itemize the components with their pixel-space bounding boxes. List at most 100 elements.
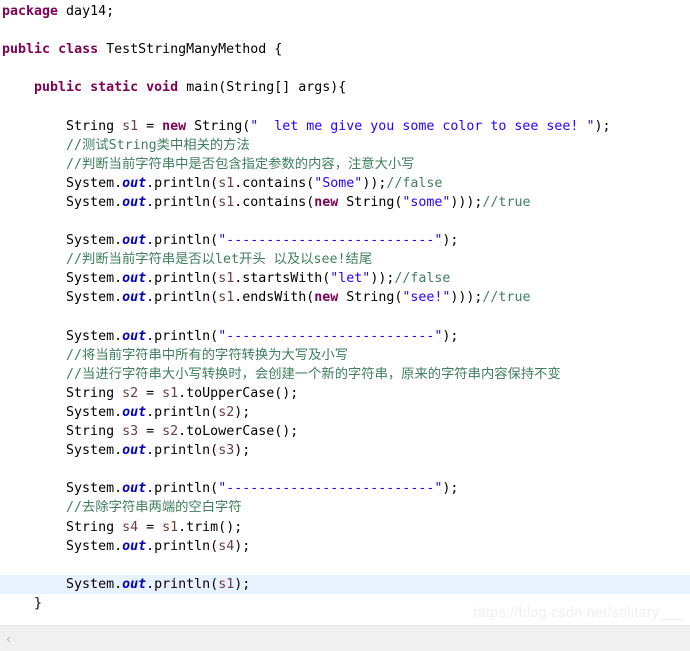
code-token-comment: //当进行字符串大小写转换时，会创建一个新的字符串，原来的字符串内容保持不变 bbox=[2, 366, 561, 382]
code-token-plain: System. bbox=[2, 404, 123, 420]
code-token-comment: //false bbox=[394, 271, 451, 287]
code-editor-surface[interactable]: package day14; public class TestStringMan… bbox=[0, 0, 690, 625]
code-token-plain: = bbox=[138, 118, 163, 134]
code-token-plain: ); bbox=[442, 481, 459, 497]
code-token-plain: String bbox=[2, 519, 123, 535]
code-line[interactable]: System.out.println("--------------------… bbox=[0, 479, 690, 498]
code-token-plain: ); bbox=[594, 118, 611, 134]
code-token-field: out bbox=[122, 443, 147, 459]
code-token-plain: ))); bbox=[450, 194, 483, 210]
code-token-plain: .println( bbox=[146, 443, 219, 459]
code-token-field: out bbox=[122, 233, 147, 249]
code-token-plain: String( bbox=[338, 290, 403, 306]
horizontal-scrollbar[interactable]: ‹ bbox=[0, 625, 690, 651]
code-line[interactable]: public class TestStringManyMethod { bbox=[0, 40, 690, 59]
code-line[interactable] bbox=[0, 97, 690, 116]
code-token-plain: .toLowerCase(); bbox=[178, 424, 299, 440]
code-token-var: s4 bbox=[122, 519, 139, 535]
code-token-plain: .contains( bbox=[234, 175, 315, 191]
code-token-plain: .println( bbox=[146, 538, 219, 554]
code-token-keyword: void bbox=[146, 80, 179, 96]
code-token-comment: //测试String类中相关的方法 bbox=[2, 137, 250, 153]
watermark-url: https://blog.csdn.net/solitary___ bbox=[473, 605, 684, 621]
code-line[interactable]: System.out.println("--------------------… bbox=[0, 231, 690, 250]
code-line[interactable]: //当进行字符串大小写转换时，会创建一个新的字符串，原来的字符串内容保持不变 bbox=[0, 365, 690, 384]
code-token-keyword: new bbox=[314, 194, 339, 210]
code-line[interactable]: String s3 = s2.toLowerCase(); bbox=[0, 422, 690, 441]
code-line[interactable]: String s4 = s1.trim(); bbox=[0, 518, 690, 537]
code-token-plain: ); bbox=[234, 576, 251, 592]
code-token-plain: .println( bbox=[146, 328, 219, 344]
code-line[interactable]: System.out.println(s4); bbox=[0, 537, 690, 556]
code-token-comment: //判断当前字符串是否以let开头 以及以see!结尾 bbox=[2, 252, 373, 268]
code-line[interactable]: //去除字符串两端的空白字符 bbox=[0, 498, 690, 517]
code-token-var: s1 bbox=[218, 175, 235, 191]
code-token-comment: //将当前字符串中所有的字符转换为大写及小写 bbox=[2, 347, 348, 363]
code-line[interactable]: package day14; bbox=[0, 2, 690, 21]
code-line[interactable]: System.out.println(s3); bbox=[0, 441, 690, 460]
code-token-var: s1 bbox=[218, 194, 235, 210]
code-token-var: s2 bbox=[162, 424, 179, 440]
code-line[interactable]: System.out.println(s1.startsWith("let"))… bbox=[0, 269, 690, 288]
code-line[interactable] bbox=[0, 556, 690, 575]
code-line[interactable] bbox=[0, 308, 690, 327]
scrollbar-track[interactable] bbox=[17, 626, 690, 651]
code-token-field: out bbox=[122, 404, 147, 420]
code-line[interactable] bbox=[0, 21, 690, 40]
code-line[interactable]: System.out.println(s2); bbox=[0, 403, 690, 422]
code-token-string: "--------------------------" bbox=[218, 481, 443, 497]
code-token-field: out bbox=[122, 194, 147, 210]
code-token-field: out bbox=[122, 271, 147, 287]
code-token-plain: System. bbox=[2, 233, 123, 249]
code-line[interactable]: System.out.println("--------------------… bbox=[0, 327, 690, 346]
code-token-plain: System. bbox=[2, 175, 123, 191]
code-token-field: out bbox=[122, 576, 147, 592]
code-token-field: out bbox=[122, 328, 147, 344]
code-token-var: s1 bbox=[218, 290, 235, 306]
code-token-plain: } bbox=[2, 595, 43, 611]
code-token-plain: ); bbox=[442, 233, 459, 249]
code-line[interactable]: //测试String类中相关的方法 bbox=[0, 136, 690, 155]
code-token-comment: //false bbox=[386, 175, 443, 191]
chevron-left-icon[interactable]: ‹ bbox=[0, 626, 17, 651]
code-token-plain: .println( bbox=[146, 576, 219, 592]
code-token-plain: String bbox=[2, 118, 123, 134]
code-token-var: s3 bbox=[122, 424, 139, 440]
code-token-comment: //true bbox=[482, 194, 531, 210]
code-token-plain: .println( bbox=[146, 175, 219, 191]
code-token-string: "--------------------------" bbox=[218, 233, 443, 249]
code-token-plain: .trim(); bbox=[178, 519, 243, 535]
code-token-plain: System. bbox=[2, 194, 123, 210]
code-token-plain: main(String[] args){ bbox=[178, 80, 347, 96]
code-line[interactable]: //将当前字符串中所有的字符转换为大写及小写 bbox=[0, 346, 690, 365]
code-token-plain: .println( bbox=[146, 233, 219, 249]
code-token-plain: System. bbox=[2, 271, 123, 287]
code-token-keyword: package bbox=[2, 4, 59, 19]
code-line[interactable]: String s2 = s1.toUpperCase(); bbox=[0, 384, 690, 403]
code-line[interactable]: public static void main(String[] args){ bbox=[0, 78, 690, 97]
code-token-comment: //true bbox=[482, 290, 531, 306]
code-line[interactable]: System.out.println(s1); bbox=[0, 574, 690, 594]
code-line[interactable]: //判断当前字符串是否以let开头 以及以see!结尾 bbox=[0, 250, 690, 269]
code-token-plain: System. bbox=[2, 443, 123, 459]
code-line[interactable] bbox=[0, 212, 690, 231]
code-token-plain: System. bbox=[2, 481, 123, 497]
code-line[interactable] bbox=[0, 460, 690, 479]
code-token-plain: ); bbox=[442, 328, 459, 344]
code-token-plain: .startsWith( bbox=[234, 271, 331, 287]
code-token-keyword: public bbox=[34, 80, 83, 96]
code-viewer: package day14; public class TestStringMan… bbox=[0, 0, 690, 651]
code-line[interactable]: String s1 = new String(" let me give you… bbox=[0, 117, 690, 136]
code-line[interactable]: System.out.println(s1.contains(new Strin… bbox=[0, 193, 690, 212]
code-token-plain: .println( bbox=[146, 271, 219, 287]
code-line[interactable] bbox=[0, 59, 690, 78]
code-token-plain: day14; bbox=[58, 4, 115, 19]
code-line[interactable]: System.out.println(s1.contains("Some"));… bbox=[0, 174, 690, 193]
code-line[interactable]: //判断当前字符串中是否包含指定参数的内容，注意大小写 bbox=[0, 155, 690, 174]
code-token-plain: )); bbox=[362, 175, 387, 191]
code-token-var: s2 bbox=[218, 404, 235, 420]
code-line[interactable]: System.out.println(s1.endsWith(new Strin… bbox=[0, 288, 690, 307]
code-token-plain: = bbox=[138, 519, 163, 535]
code-token-plain: .println( bbox=[146, 481, 219, 497]
